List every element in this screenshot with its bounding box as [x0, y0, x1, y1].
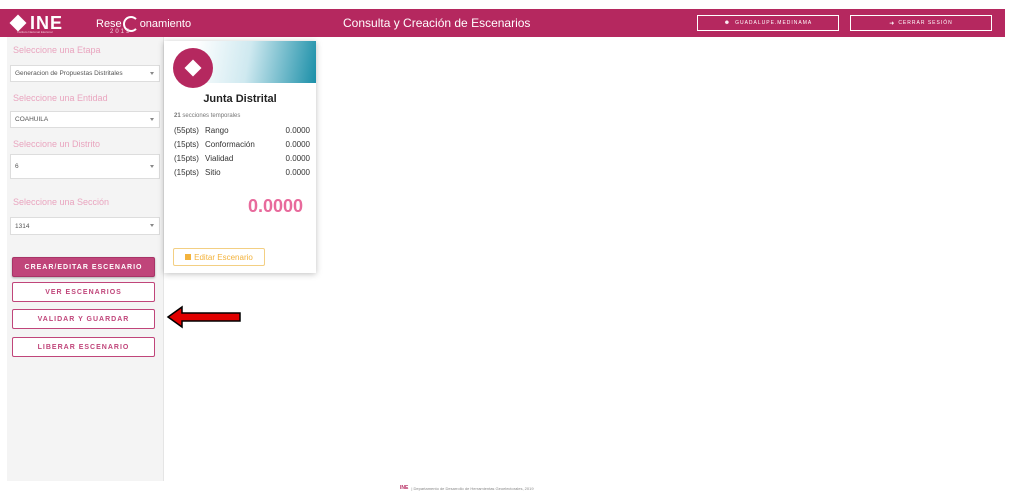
footer-logo: INE — [400, 485, 409, 491]
brand-suffix: onamiento — [139, 18, 192, 30]
distrito-select[interactable]: 6 — [10, 154, 160, 179]
etapa-label: Seleccione una Etapa — [13, 45, 101, 55]
user-button[interactable]: ☻ GUADALUPE.MEDINAMA — [697, 15, 839, 31]
score-value: 0.0000 — [285, 126, 310, 135]
footer: INE | Departamento de Desarrollo de Herr… — [400, 485, 534, 491]
score-name: Vialidad — [205, 154, 234, 163]
entidad-select[interactable]: COAHUILA — [10, 111, 160, 128]
edit-icon — [185, 254, 192, 260]
score-name: Rango — [205, 126, 229, 135]
junta-distrital-card: Junta Distrital 21 secciones temporales … — [164, 41, 316, 273]
score-value: 0.0000 — [285, 168, 310, 177]
etapa-value: Generacion de Propuestas Distritales — [15, 70, 123, 77]
score-points: (15pts) — [174, 140, 199, 149]
secciones-text: secciones temporales — [182, 113, 241, 119]
footer-text: | Departamento de Desarrollo de Herramie… — [411, 485, 534, 491]
annotation-arrow-icon — [166, 305, 241, 329]
score-row: (15pts) Sitio 0.0000 — [174, 168, 310, 177]
entidad-label: Seleccione una Entidad — [13, 93, 108, 103]
editar-escenario-label: Editar Escenario — [194, 252, 253, 262]
logout-button-label: CERRAR SESIÓN — [898, 20, 953, 26]
distrito-value: 6 — [15, 163, 19, 170]
score-name: Sitio — [205, 168, 221, 177]
top-navbar: INE Instituto Nacional Electoral Rese on… — [0, 9, 1005, 37]
user-button-label: GUADALUPE.MEDINAMA — [735, 20, 813, 26]
sidebar: Seleccione una Etapa Generacion de Propu… — [7, 37, 164, 481]
card-title: Junta Distrital — [203, 93, 277, 105]
logo-subtext: Instituto Nacional Electoral — [17, 30, 53, 34]
crear-editar-escenario-button[interactable]: CREAR/EDITAR ESCENARIO — [12, 257, 155, 277]
ver-escenarios-button[interactable]: VER ESCENARIOS — [12, 282, 155, 302]
distrito-label: Seleccione un Distrito — [13, 139, 101, 149]
chevron-down-icon — [150, 117, 154, 121]
logout-icon: ➜ — [889, 20, 896, 27]
score-value: 0.0000 — [285, 140, 310, 149]
score-points: (15pts) — [174, 168, 199, 177]
secciones-count: 21 — [174, 113, 181, 119]
page-title: Consulta y Creación de Escenarios — [343, 16, 531, 30]
validar-guardar-button[interactable]: VALIDAR Y GUARDAR — [12, 309, 155, 329]
score-row: (55pts) Rango 0.0000 — [174, 126, 310, 135]
score-points: (15pts) — [174, 154, 199, 163]
ine-diamond-icon — [9, 14, 27, 32]
score-row: (15pts) Conformación 0.0000 — [174, 140, 310, 149]
score-name: Conformación — [205, 140, 255, 149]
liberar-escenario-button[interactable]: LIBERAR ESCENARIO — [12, 337, 155, 357]
etapa-select[interactable]: Generacion de Propuestas Distritales — [10, 65, 160, 82]
chevron-down-icon — [150, 164, 154, 168]
entidad-value: COAHUILA — [15, 116, 49, 123]
card-avatar — [173, 48, 213, 88]
ine-diamond-icon — [184, 59, 202, 77]
seccion-select[interactable]: 1314 — [10, 217, 160, 235]
score-value: 0.0000 — [285, 154, 310, 163]
total-score: 0.0000 — [247, 196, 303, 216]
seccion-label: Seleccione una Sección — [13, 197, 110, 207]
user-icon: ☻ — [723, 20, 732, 26]
seccion-value: 1314 — [15, 222, 30, 230]
score-row: (15pts) Vialidad 0.0000 — [174, 154, 310, 163]
brand-year: 2019 — [110, 29, 132, 35]
chevron-down-icon — [150, 71, 154, 75]
chevron-down-icon — [150, 224, 154, 227]
editar-escenario-button[interactable]: Editar Escenario — [173, 248, 265, 266]
score-points: (55pts) — [174, 126, 199, 135]
card-subtitle: 21 secciones temporales — [174, 113, 240, 119]
logout-button[interactable]: ➜ CERRAR SESIÓN — [850, 15, 992, 31]
